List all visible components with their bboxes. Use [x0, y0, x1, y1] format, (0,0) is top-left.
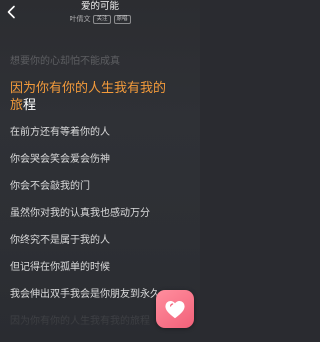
lyric-line[interactable]: 但记得在你孤单的时候: [10, 262, 192, 274]
lyric-remaining-part: 程: [23, 98, 37, 113]
lyric-line[interactable]: 你会哭会笑会爱会伤神: [10, 154, 192, 166]
lyrics-screen: 爱的可能 叶倩文 关注 原唱 想要你的心却怕不能成真 因为你有你的人生我有我的旅…: [0, 0, 200, 342]
lyric-line[interactable]: 你终究不是属于我的人: [10, 235, 192, 247]
lyric-line[interactable]: 虽然你对我的认真我也感动万分: [10, 208, 192, 220]
lyric-line-previous[interactable]: 想要你的心却怕不能成真: [10, 56, 192, 68]
lyric-line-current[interactable]: 因为你有你的人生我有我的旅程: [10, 80, 170, 114]
lyric-line[interactable]: 你会不会敲我的门: [10, 181, 192, 193]
heart-icon: [165, 301, 185, 319]
favorite-button[interactable]: [156, 290, 194, 328]
lyric-line[interactable]: 在前方还有等着你的人: [10, 127, 192, 139]
